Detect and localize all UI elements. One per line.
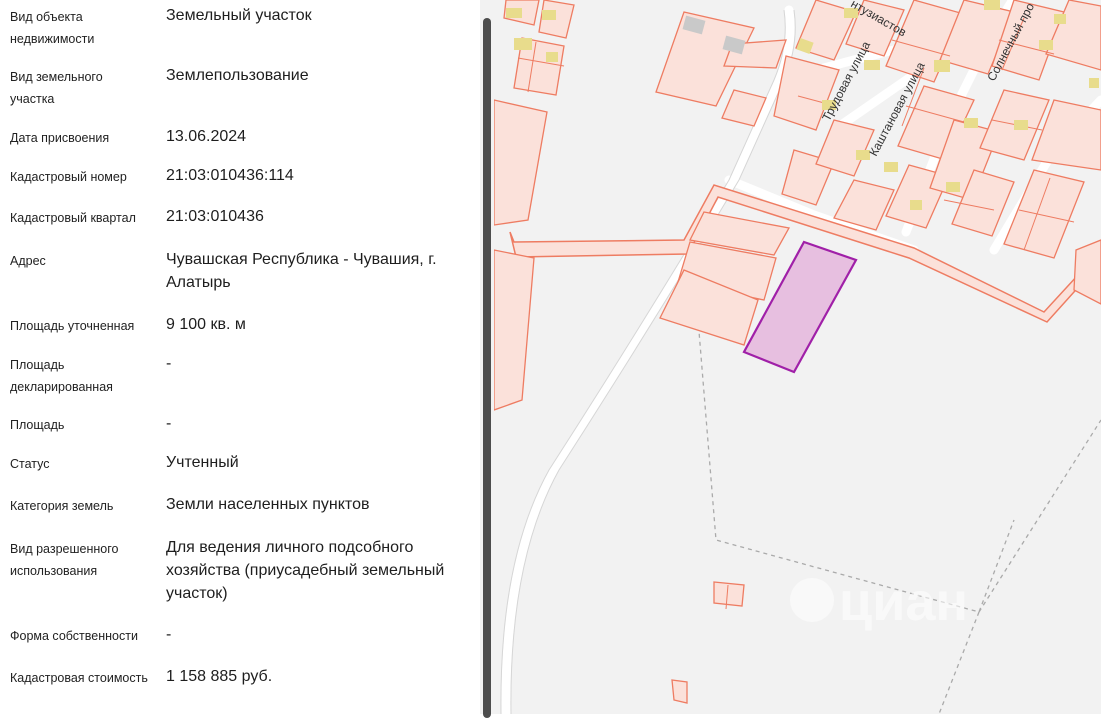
property-label: Адрес [10,254,46,268]
property-value: - [166,355,172,372]
property-value: 21:03:010436:114 [166,167,294,184]
property-value: - [166,626,172,643]
panel-scrollbar-thumb[interactable] [483,18,491,718]
property-value: 13.06.2024 [166,128,247,145]
property-value: - [166,415,172,432]
property-label: Форма собственности [10,629,138,643]
property-label: Категория земель [10,499,114,513]
cian-watermark: циан [790,572,968,632]
map-canvas[interactable]: Трудовая улица Каштановая улица Солнечны… [494,0,1101,714]
property-label: Вид разрешенного использования [10,542,119,578]
property-label: Площадь [10,418,65,432]
property-label: Статус [10,457,50,471]
cian-logo-icon [790,578,834,622]
property-label: Кадастровый номер [10,170,127,184]
property-label: Площадь уточненная [10,319,135,333]
property-value: 9 100 кв. м [166,316,246,333]
property-label: Вид объекта недвижимости [10,10,95,46]
property-value: Учтенный [166,454,239,471]
property-details-panel: Вид объекта недвижимости Земельный участ… [0,0,480,714]
property-value: Земельный участок [166,7,312,24]
property-label: Вид земельного участка [10,70,103,106]
property-value: 1 158 885 руб. [166,668,273,685]
property-value: Для ведения личного подсобного хозяйства… [166,539,445,602]
cian-watermark-text: циан [839,572,968,632]
property-label: Дата присвоения [10,131,110,145]
property-label: Кадастровая стоимость [10,671,148,685]
property-label: Площадь декларированная [10,358,113,394]
property-label: Кадастровый квартал [10,211,136,225]
cadastral-map[interactable]: Трудовая улица Каштановая улица Солнечны… [494,0,1101,714]
property-value: Чувашская Республика - Чувашия, г. Алаты… [166,251,437,291]
property-value: Земли населенных пунктов [166,496,370,513]
property-value: 21:03:010436 [166,208,264,225]
property-value: Землепользование [166,67,309,84]
